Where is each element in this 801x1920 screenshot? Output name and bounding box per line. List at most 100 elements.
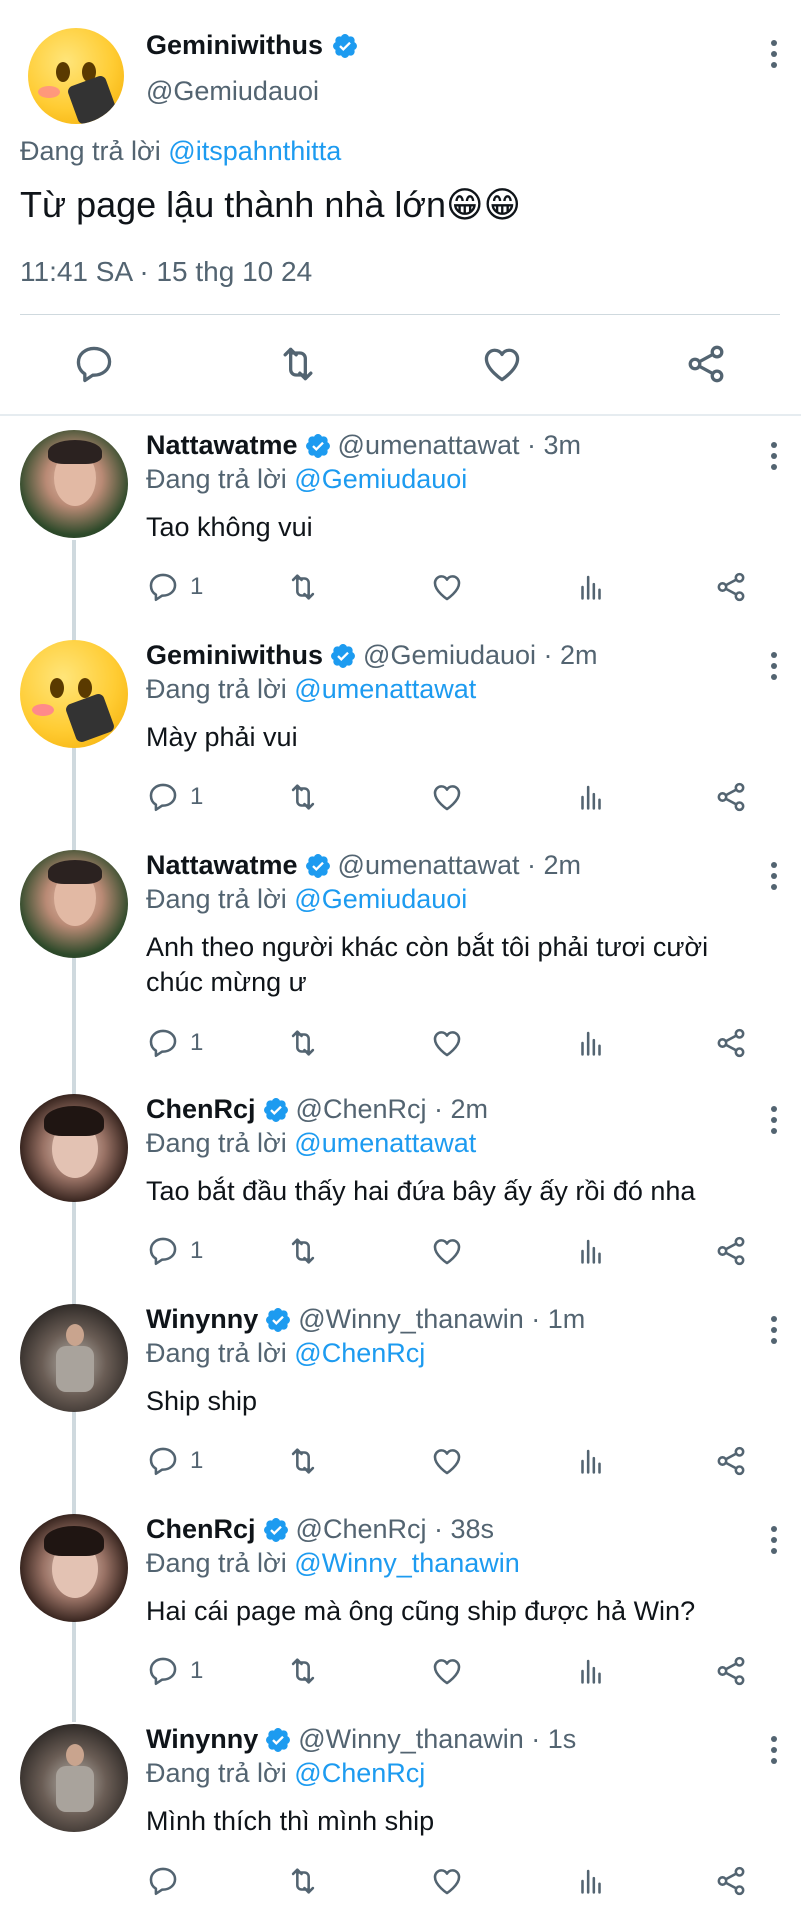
author-name[interactable]: Nattawatme xyxy=(146,430,298,461)
share-icon[interactable] xyxy=(714,1444,748,1478)
views-icon[interactable] xyxy=(574,570,608,604)
reply-action[interactable]: 1 xyxy=(146,780,203,814)
replying-to-mention[interactable]: @Gemiudauoi xyxy=(294,884,467,914)
reply-icon[interactable] xyxy=(146,1444,180,1478)
like-action[interactable] xyxy=(430,1654,464,1688)
replying-to-mention[interactable]: @umenattawat xyxy=(294,674,476,704)
replying-to-mention[interactable]: @Winny_thanawin xyxy=(294,1548,520,1578)
author-handle[interactable]: @Gemiudauoi xyxy=(146,76,319,107)
retweet-icon[interactable] xyxy=(286,1026,320,1060)
retweet-action[interactable] xyxy=(286,1864,320,1898)
like-action[interactable] xyxy=(430,570,464,604)
views-action[interactable] xyxy=(574,1234,608,1268)
like-icon[interactable] xyxy=(430,1026,464,1060)
author-name-row[interactable]: Geminiwithus xyxy=(146,30,359,61)
share-action[interactable] xyxy=(714,570,748,604)
avatar[interactable] xyxy=(20,430,128,538)
avatar[interactable] xyxy=(20,1514,128,1622)
author-name[interactable]: Geminiwithus xyxy=(146,30,323,61)
replying-to-mention[interactable]: @itspahnthitta xyxy=(168,136,341,166)
handle-and-time[interactable]: @ChenRcj · 38s xyxy=(296,1514,494,1545)
views-action[interactable] xyxy=(574,1864,608,1898)
reply-icon[interactable] xyxy=(146,1026,180,1060)
avatar[interactable] xyxy=(28,28,124,124)
author-name[interactable]: Winynny xyxy=(146,1304,258,1335)
reply-action[interactable]: 1 xyxy=(146,1444,203,1478)
reply-tweet[interactable]: Geminiwithus @Gemiudauoi · 2m Đang trả l… xyxy=(0,628,801,838)
reply-icon[interactable] xyxy=(146,1864,180,1898)
share-icon[interactable] xyxy=(714,1864,748,1898)
retweet-icon[interactable] xyxy=(286,1234,320,1268)
reply-icon[interactable] xyxy=(146,780,180,814)
like-action[interactable] xyxy=(430,780,464,814)
views-icon[interactable] xyxy=(574,1444,608,1478)
views-action[interactable] xyxy=(574,780,608,814)
replying-to-mention[interactable]: @Gemiudauoi xyxy=(294,464,467,494)
reply-tweet[interactable]: Winynny @Winny_thanawin · 1s Đang trả lờ… xyxy=(0,1712,801,1920)
like-icon[interactable] xyxy=(430,1234,464,1268)
views-action[interactable] xyxy=(574,1444,608,1478)
replying-to-mention[interactable]: @ChenRcj xyxy=(294,1758,425,1788)
retweet-icon[interactable] xyxy=(286,780,320,814)
more-options-icon[interactable] xyxy=(771,652,781,685)
share-icon[interactable] xyxy=(714,570,748,604)
views-icon[interactable] xyxy=(574,1026,608,1060)
like-action[interactable] xyxy=(430,1864,464,1898)
like-icon[interactable] xyxy=(430,570,464,604)
author-name[interactable]: ChenRcj xyxy=(146,1514,256,1545)
handle-and-time[interactable]: @Gemiudauoi · 2m xyxy=(363,640,598,671)
handle-and-time[interactable]: @umenattawat · 3m xyxy=(338,430,582,461)
like-action[interactable] xyxy=(430,1234,464,1268)
more-options-icon[interactable] xyxy=(771,1526,781,1559)
views-action[interactable] xyxy=(574,570,608,604)
views-icon[interactable] xyxy=(574,1864,608,1898)
share-icon[interactable] xyxy=(684,342,728,386)
share-action[interactable] xyxy=(714,1026,748,1060)
reply-icon[interactable] xyxy=(146,1234,180,1268)
like-action[interactable] xyxy=(430,1026,464,1060)
reply-tweet[interactable]: Nattawatme @umenattawat · 2m Đang trả lờ… xyxy=(0,838,801,1082)
author-name[interactable]: Nattawatme xyxy=(146,850,298,881)
retweet-action[interactable] xyxy=(286,1654,320,1688)
handle-and-time[interactable]: @umenattawat · 2m xyxy=(338,850,582,881)
like-icon[interactable] xyxy=(430,780,464,814)
share-action[interactable] xyxy=(714,1444,748,1478)
views-icon[interactable] xyxy=(574,1654,608,1688)
avatar[interactable] xyxy=(20,850,128,958)
views-action[interactable] xyxy=(574,1026,608,1060)
retweet-action[interactable] xyxy=(286,1444,320,1478)
author-name[interactable]: ChenRcj xyxy=(146,1094,256,1125)
tweet-timestamp[interactable]: 11:41 SA · 15 thg 10 24 xyxy=(20,256,312,288)
retweet-icon[interactable] xyxy=(276,342,320,386)
author-name[interactable]: Winynny xyxy=(146,1724,258,1755)
reply-action[interactable]: 1 xyxy=(146,570,203,604)
handle-and-time[interactable]: @Winny_thanawin · 1s xyxy=(298,1724,576,1755)
retweet-action[interactable] xyxy=(286,780,320,814)
share-icon[interactable] xyxy=(714,1234,748,1268)
author-name[interactable]: Geminiwithus xyxy=(146,640,323,671)
reply-tweet[interactable]: Winynny @Winny_thanawin · 1m Đang trả lờ… xyxy=(0,1292,801,1502)
more-options-icon[interactable] xyxy=(771,1736,781,1769)
like-action[interactable] xyxy=(430,1444,464,1478)
share-action[interactable] xyxy=(714,1864,748,1898)
like-icon[interactable] xyxy=(480,342,524,386)
reply-action[interactable]: 1 xyxy=(146,1234,203,1268)
more-options-icon[interactable] xyxy=(771,1316,781,1349)
reply-tweet[interactable]: ChenRcj @ChenRcj · 38s Đang trả lời @Win… xyxy=(0,1502,801,1712)
avatar[interactable] xyxy=(20,1304,128,1412)
more-options-icon[interactable] xyxy=(771,1106,781,1139)
views-icon[interactable] xyxy=(574,1234,608,1268)
reply-tweet[interactable]: ChenRcj @ChenRcj · 2m Đang trả lời @umen… xyxy=(0,1082,801,1292)
avatar[interactable] xyxy=(20,1094,128,1202)
reply-icon[interactable] xyxy=(146,570,180,604)
retweet-icon[interactable] xyxy=(286,1654,320,1688)
views-action[interactable] xyxy=(574,1654,608,1688)
reply-tweet[interactable]: Nattawatme @umenattawat · 3m Đang trả lờ… xyxy=(0,418,801,628)
reply-icon[interactable] xyxy=(72,342,116,386)
like-icon[interactable] xyxy=(430,1654,464,1688)
retweet-icon[interactable] xyxy=(286,570,320,604)
views-icon[interactable] xyxy=(574,780,608,814)
reply-icon[interactable] xyxy=(146,1654,180,1688)
reply-action[interactable] xyxy=(146,1864,190,1898)
share-icon[interactable] xyxy=(714,780,748,814)
